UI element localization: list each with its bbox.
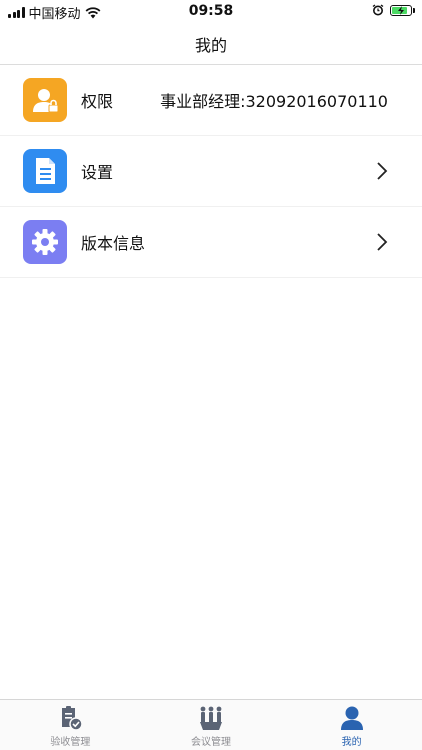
tab-label: 验收管理	[50, 737, 91, 748]
user-lock-icon	[23, 78, 67, 122]
tab-meeting-management[interactable]: 会议管理	[141, 700, 282, 750]
status-right	[372, 4, 415, 16]
nav-bar: 我的	[0, 24, 422, 65]
version-info-label: 版本信息	[81, 234, 146, 253]
tab-label: 我的	[341, 737, 362, 748]
chevron-right-icon	[377, 233, 388, 251]
settings-list: 权限 事业部经理:32092016070110 设置 版本信息	[0, 65, 422, 278]
tab-label: 会议管理	[191, 737, 231, 748]
person-icon	[340, 706, 363, 730]
battery-icon	[390, 4, 415, 16]
row-settings[interactable]: 设置	[0, 136, 422, 207]
gear-icon	[23, 220, 67, 264]
row-version-info[interactable]: 版本信息	[0, 207, 422, 278]
chevron-right-icon	[377, 162, 388, 180]
page-title: 我的	[194, 36, 227, 55]
status-time: 09:58	[188, 3, 234, 19]
alarm-icon	[372, 4, 384, 16]
permission-value: 事业部经理:32092016070110	[160, 92, 388, 111]
tab-bar: 验收管理 会议管理 我的	[0, 699, 422, 750]
meeting-people-icon	[200, 706, 222, 730]
tab-mine[interactable]: 我的	[281, 700, 422, 750]
settings-label: 设置	[81, 163, 114, 182]
document-icon	[23, 149, 67, 193]
clipboard-check-icon	[62, 706, 84, 731]
status-bar: 中国移动 09:58	[0, 0, 422, 24]
tab-acceptance-management[interactable]: 验收管理	[0, 700, 141, 750]
permission-label: 权限	[81, 92, 114, 111]
row-permission[interactable]: 权限 事业部经理:32092016070110	[0, 65, 422, 136]
